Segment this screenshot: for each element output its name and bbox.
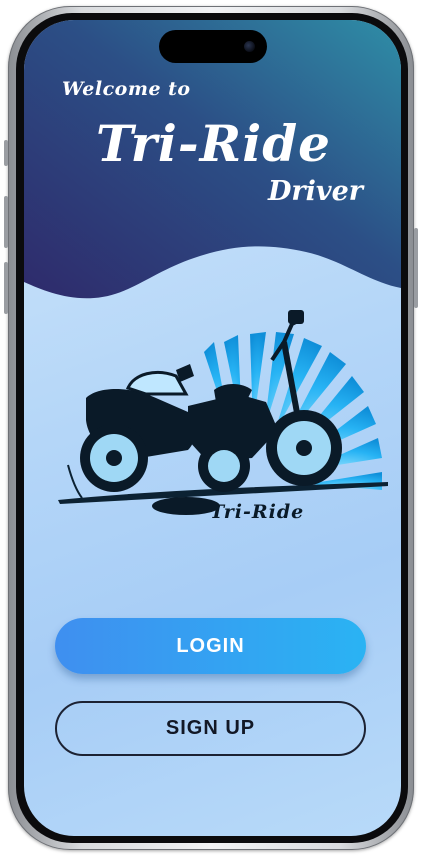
app-screen: Welcome to Tri-Ride Driver Tri-Ride LOGI… — [24, 20, 401, 836]
volume-down-button — [4, 262, 8, 314]
side-button — [4, 140, 8, 166]
login-button[interactable]: LOGIN — [55, 618, 366, 674]
welcome-text: Welcome to — [62, 78, 191, 100]
front-camera — [244, 41, 255, 52]
app-subtitle: Driver — [268, 176, 363, 207]
header-wave-background — [24, 20, 401, 299]
dynamic-island — [159, 30, 267, 63]
signup-button[interactable]: SIGN UP — [55, 701, 366, 756]
power-button — [414, 228, 418, 308]
app-title: Tri-Ride — [96, 114, 331, 173]
logo-wordmark: Tri-Ride — [210, 501, 305, 523]
volume-up-button — [4, 196, 8, 248]
